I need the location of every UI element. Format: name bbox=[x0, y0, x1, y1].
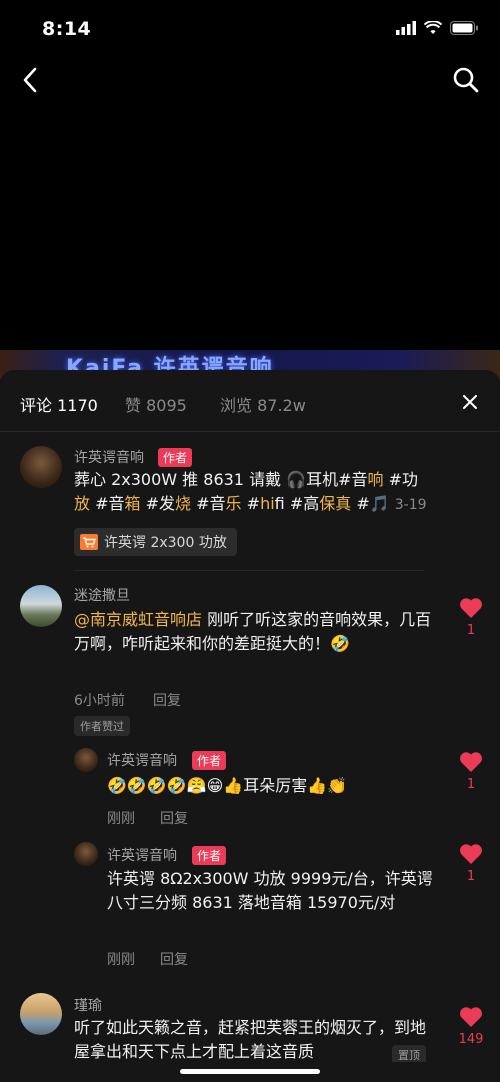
heart-icon bbox=[460, 598, 482, 618]
wifi-icon bbox=[424, 21, 442, 34]
comment-text: 葬心 2x300W 推 8631 请戴 🎧耳机#音响 #功放 #音箱 #发烧 #… bbox=[74, 470, 427, 513]
heart-icon bbox=[460, 844, 482, 864]
comment-time: 6小时前 bbox=[74, 693, 125, 709]
author-badge: 作者 bbox=[192, 751, 227, 770]
search-button[interactable] bbox=[448, 62, 484, 98]
comment-author[interactable]: 迷途撒旦 bbox=[74, 585, 130, 605]
comment-date: 3-19 bbox=[394, 497, 427, 513]
sheet-header: 评论 1170 赞 8095 浏览 87.2w bbox=[0, 370, 500, 432]
cart-icon bbox=[80, 534, 98, 550]
author-badge: 作者 bbox=[158, 448, 193, 467]
like-count: 149 bbox=[458, 1032, 484, 1047]
status-bar: 8:14 bbox=[0, 0, 500, 54]
signal-icon bbox=[396, 21, 416, 35]
comment-time: 刚刚 bbox=[107, 952, 135, 968]
comment-author[interactable]: 许英谔音响 bbox=[107, 845, 177, 865]
avatar[interactable] bbox=[74, 748, 98, 772]
comment-text: 听了如此天籁之音，赶紧把芙蓉王的烟灭了，到地屋拿出和天下点上才配上着这音质 bbox=[74, 1018, 427, 1061]
reply-button[interactable]: 回复 bbox=[153, 690, 181, 710]
comment-text: 🤣🤣🤣🤣😤😁👍耳朵厉害👍👏 bbox=[107, 776, 348, 795]
author-liked-badge: 作者赞过 bbox=[74, 716, 130, 736]
avatar[interactable] bbox=[74, 842, 98, 866]
like-button[interactable]: 1 bbox=[451, 843, 491, 884]
like-count: 1 bbox=[466, 623, 476, 638]
heart-icon bbox=[460, 752, 482, 772]
search-icon bbox=[453, 67, 479, 93]
tab-views[interactable]: 浏览 87.2w bbox=[220, 392, 306, 416]
tab-comments[interactable]: 评论 1170 bbox=[20, 392, 98, 416]
heart-icon bbox=[460, 1007, 482, 1027]
reply-button[interactable]: 回复 bbox=[160, 808, 188, 828]
battery-icon bbox=[450, 21, 478, 35]
reply-button[interactable]: 回复 bbox=[160, 949, 188, 969]
like-count: 1 bbox=[466, 869, 476, 884]
product-chip[interactable]: 许英谔 2x300 功放 bbox=[74, 528, 237, 556]
status-icons bbox=[396, 21, 478, 35]
home-indicator[interactable] bbox=[180, 1069, 320, 1074]
avatar[interactable] bbox=[20, 993, 62, 1035]
comment-text: 许英谔 8Ω2x300W 功放 9999元/台，许英谔八寸三分频 8631 落地… bbox=[107, 869, 433, 912]
comment-text: @南京威虹音响店 刚听了听这家的音响效果，几百万啊，咋听起来和你的差距挺大的！🤣 bbox=[74, 610, 432, 653]
divider bbox=[74, 570, 424, 571]
headphone-icon: 🎧 bbox=[286, 470, 307, 489]
comment-sheet: 评论 1170 赞 8095 浏览 87.2w 许英谔音响 作者 葬心 2x30… bbox=[0, 370, 500, 1082]
status-time: 8:14 bbox=[42, 18, 92, 40]
product-chip-label: 许英谔 2x300 功放 bbox=[104, 535, 227, 551]
avatar[interactable] bbox=[20, 585, 62, 627]
avatar[interactable] bbox=[20, 446, 62, 488]
tab-likes[interactable]: 赞 8095 bbox=[125, 392, 187, 416]
chevron-left-icon bbox=[23, 67, 37, 93]
back-button[interactable] bbox=[14, 62, 46, 98]
like-count: 1 bbox=[466, 777, 476, 792]
like-button[interactable]: 1 bbox=[451, 751, 491, 792]
like-button[interactable]: 149 bbox=[451, 1006, 491, 1047]
video-player[interactable] bbox=[0, 0, 500, 380]
comment-author[interactable]: 许英谔音响 bbox=[107, 750, 177, 770]
close-icon bbox=[463, 395, 477, 409]
mention-link[interactable]: @南京威虹音响店 bbox=[74, 610, 202, 629]
comment-author[interactable]: 瑾瑜 bbox=[74, 995, 102, 1015]
like-button[interactable]: 1 bbox=[451, 597, 491, 638]
comment-time: 刚刚 bbox=[107, 811, 135, 827]
comment-author[interactable]: 许英谔音响 bbox=[74, 447, 144, 467]
close-button[interactable] bbox=[458, 390, 482, 414]
author-badge: 作者 bbox=[192, 846, 227, 865]
